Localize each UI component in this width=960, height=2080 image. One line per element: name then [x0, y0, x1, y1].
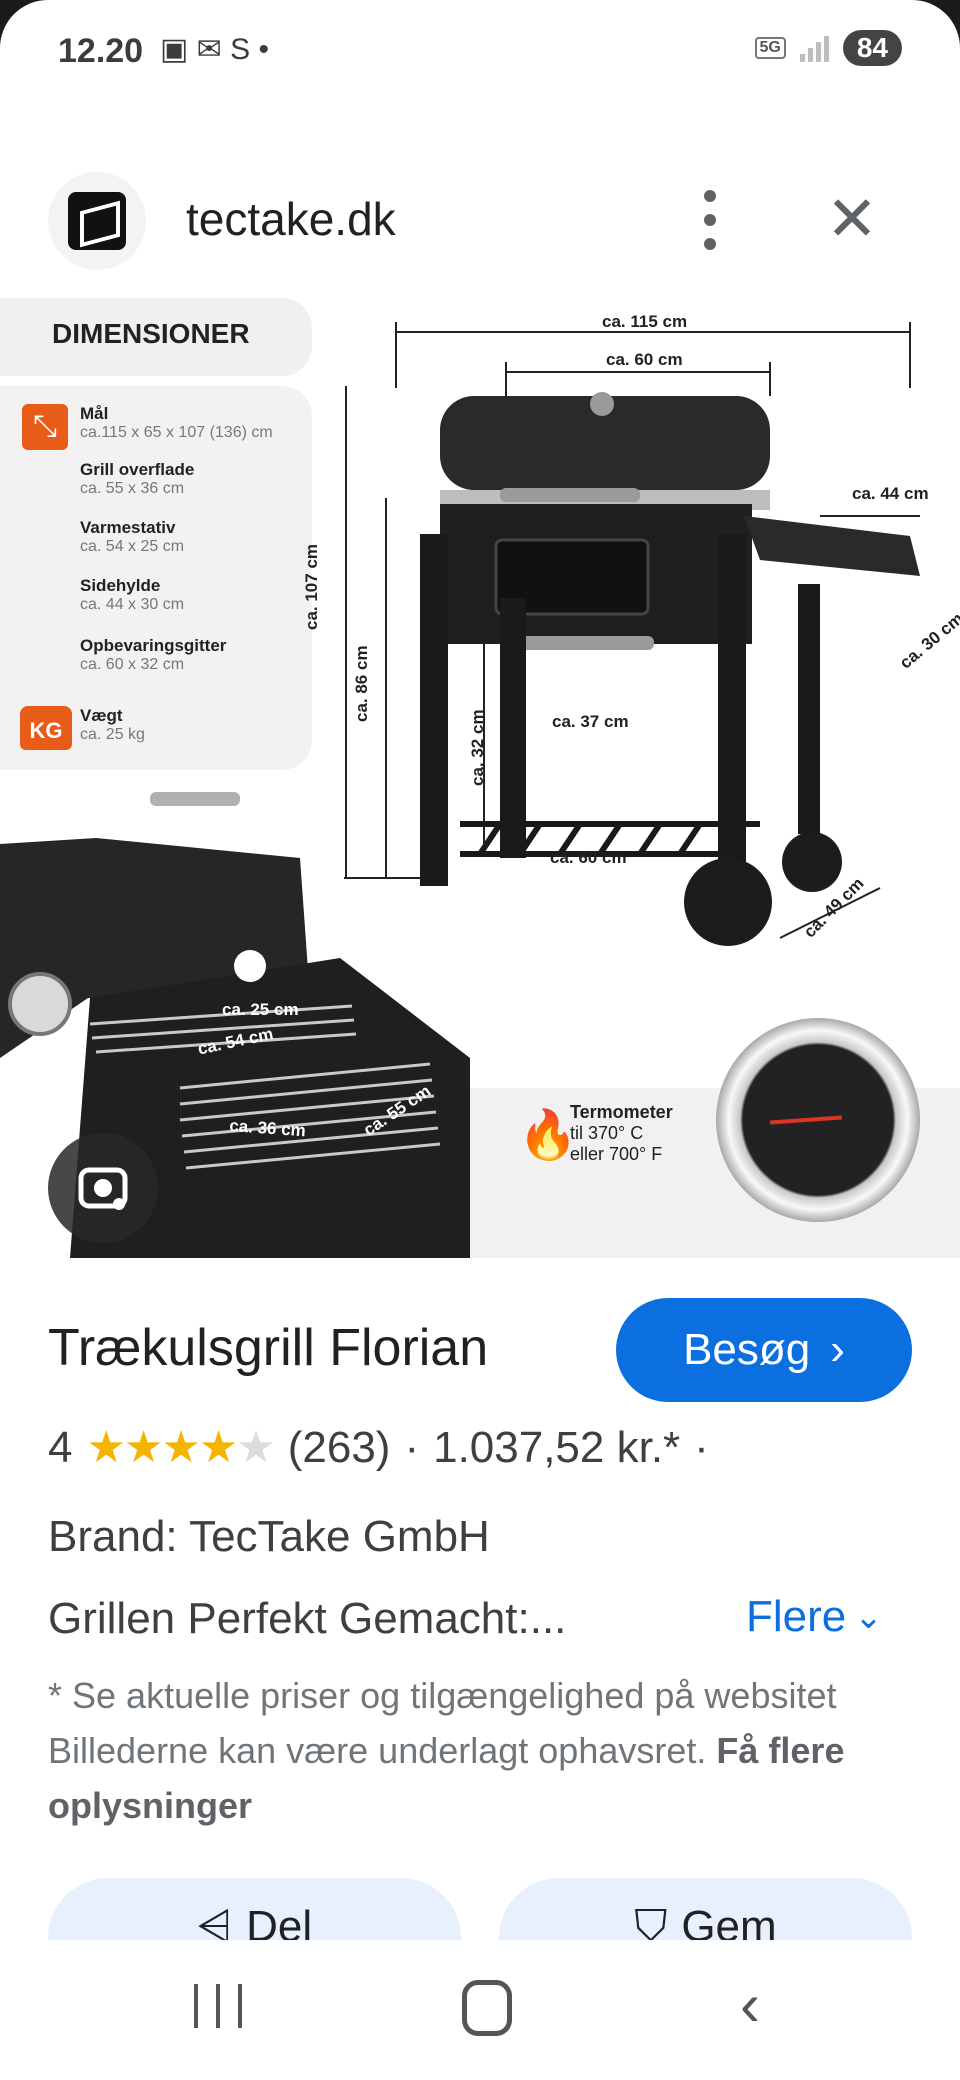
site-name[interactable]: tectake.dk [186, 192, 396, 246]
dim-inner: ca. 37 cm [552, 712, 629, 731]
battery-icon: 84 [842, 30, 902, 66]
star-rating: ★★★★★ [86, 1423, 275, 1472]
dim-rack-depth: ca. 25 cm [222, 1000, 299, 1019]
brand: Brand: TecTake GmbH [48, 1512, 490, 1561]
thermometer-line2: eller 700° F [570, 1144, 663, 1164]
lens-search-icon[interactable] [48, 1133, 158, 1243]
home-icon[interactable] [462, 1980, 512, 2036]
more-options-icon[interactable] [690, 190, 730, 250]
thermometer-title: Termometer [570, 1102, 673, 1122]
more-label: Flere [746, 1592, 847, 1641]
dim-shelf-width: ca. 60 cm [550, 848, 627, 867]
status-right: 5G 84 [754, 30, 902, 66]
status-time: 12.20 [58, 32, 144, 70]
signal-icon [799, 34, 829, 62]
separator-dot: · [404, 1422, 420, 1472]
recents-icon[interactable] [194, 1984, 242, 2028]
dim-side-width: ca. 44 cm [852, 484, 929, 503]
site-header: tectake.dk ✕ [0, 160, 960, 280]
thermometer-text: Termometer til 370° C eller 700° F [570, 1102, 673, 1165]
dim-work-height: ca. 86 cm [352, 645, 371, 722]
product-title: Trækulsgrill Florian [48, 1319, 489, 1377]
rating-row: 4 ★★★★★ (263) · 1.037,52 kr.* · [48, 1422, 709, 1473]
notification-icons: ▣ ✉ S • [160, 33, 269, 66]
thermometer-line1: til 370° C [570, 1123, 644, 1143]
product-image[interactable]: DIMENSIONER ⤡ Mål ca.115 x 65 x 107 (136)… [0, 298, 960, 1258]
more-button[interactable]: Flere ⌄ [746, 1592, 883, 1642]
visit-label: Besøg [683, 1325, 811, 1374]
rating-value: 4 [48, 1422, 73, 1472]
chevron-right-icon: › [830, 1325, 845, 1374]
price: 1.037,52 kr.* [433, 1422, 681, 1472]
tectake-logo-icon[interactable] [48, 172, 146, 270]
back-icon[interactable]: ‹ [740, 1970, 760, 2039]
description: Grillen Perfekt Gemacht:... [48, 1594, 567, 1643]
flame-icon: 🔥 [518, 1109, 578, 1162]
chevron-down-icon: ⌄ [854, 1598, 883, 1636]
navigation-bar: ‹ [0, 1940, 960, 2080]
status-bar: 12.20 ▣ ✉ S • 5G 84 [0, 0, 960, 110]
dim-total-width: ca. 115 cm [602, 312, 688, 331]
status-bar-surface: 12.20 ▣ ✉ S • 5G 84 [0, 0, 960, 110]
dim-shelf-height: ca. 32 cm [468, 709, 487, 786]
disclaimer: * Se aktuelle priser og tilgængelighed p… [48, 1668, 888, 1833]
separator-dot: · [694, 1422, 709, 1472]
review-count: (263) [287, 1422, 391, 1472]
network-5g-icon: 5G [754, 37, 786, 59]
dim-grill-width: ca. 60 cm [606, 350, 683, 369]
dim-total-height: ca. 107 cm [302, 543, 321, 630]
close-icon[interactable]: ✕ [820, 188, 884, 252]
visit-button[interactable]: Besøg › [616, 1298, 912, 1402]
